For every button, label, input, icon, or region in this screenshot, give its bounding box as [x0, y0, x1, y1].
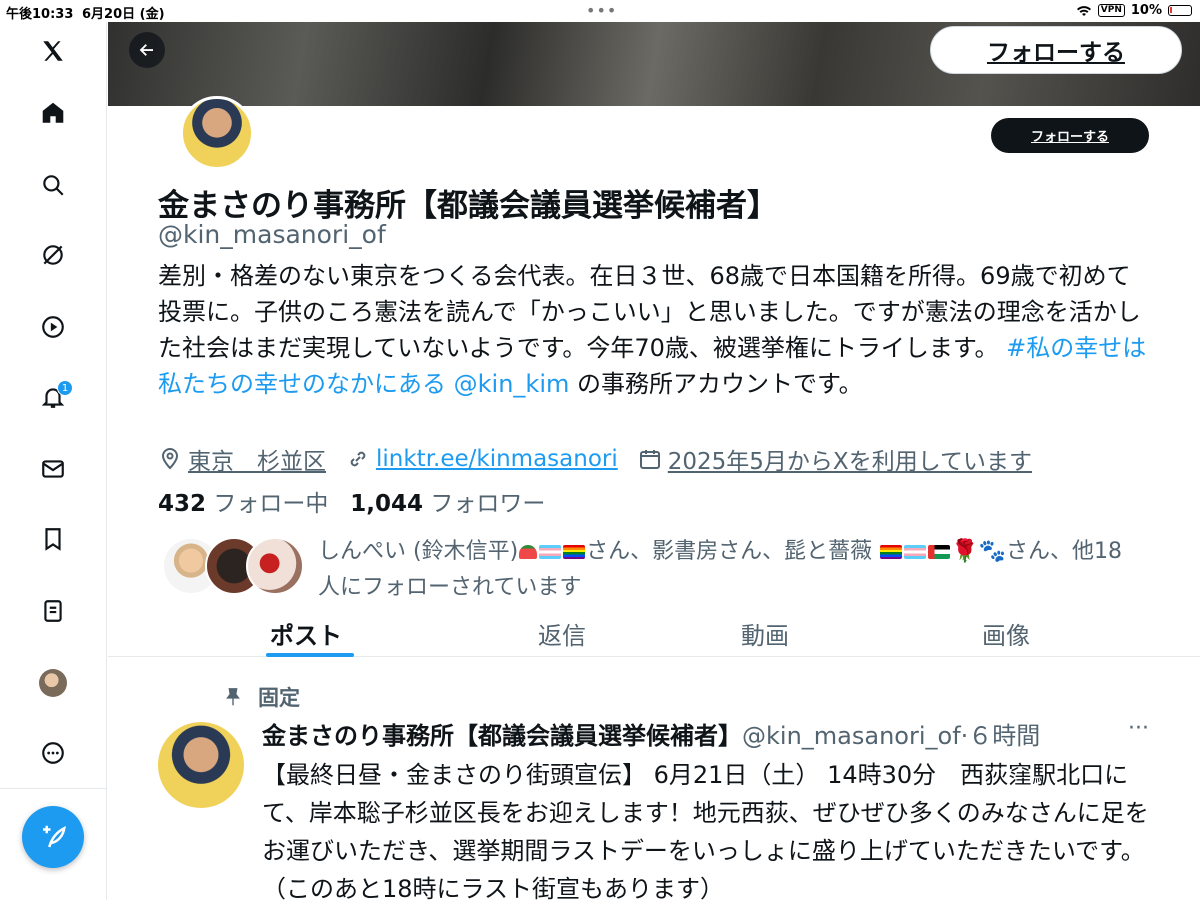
more-icon[interactable] — [30, 730, 76, 776]
followers-label: フォロワー — [430, 491, 546, 517]
post-time[interactable]: ·６時間 — [961, 722, 1041, 750]
following-link[interactable]: 432 フォロー中 — [158, 491, 328, 517]
profile-name: 金まさのり事務所【都議会議員選挙候補者】 — [158, 188, 778, 224]
video-icon[interactable] — [30, 304, 76, 350]
post-header: 金まさのり事務所【都議会議員選挙候補者】@kin_masanori_of·６時間 — [262, 716, 1040, 751]
profile-tabs: ポスト 返信 動画 画像 — [108, 612, 1200, 657]
pin-icon — [226, 688, 240, 706]
joined-text: 2025年5月からXを利用しています — [667, 449, 1032, 475]
rainbow-flag-icon — [563, 545, 586, 559]
status-date: 6月20日 (金) — [82, 7, 165, 22]
status-time: 午後10:33 — [6, 7, 74, 22]
sidebar: 1 — [0, 22, 107, 900]
notification-badge: 1 — [57, 380, 73, 396]
profile-avatar-nav[interactable] — [30, 660, 76, 706]
wifi-icon — [1076, 5, 1091, 16]
battery-percent: 10% — [1130, 3, 1162, 18]
location-pin-icon — [161, 448, 179, 470]
bio-tail: の事務所アカウントです。 — [569, 370, 863, 398]
multitask-dots-icon[interactable]: ••• — [586, 1, 617, 20]
profile-url[interactable]: linktr.ee/kinmasanori — [346, 446, 618, 472]
location: 東京 杉並区 — [158, 442, 326, 476]
location-text: 東京 杉並区 — [188, 449, 326, 475]
bio-text: 差別・格差のない東京をつくる会代表。在日３世、68歳で日本国籍を所得。69歳で初… — [158, 262, 1141, 362]
vpn-badge: VPN — [1097, 4, 1125, 17]
active-tab-indicator — [266, 653, 354, 657]
profile-meta: 東京 杉並区 linktr.ee/kinmasanori 2025年5月からXを… — [158, 442, 1052, 476]
trans-flag-icon — [904, 545, 927, 559]
follow-stats: 432 フォロー中 1,044 フォロワー — [158, 484, 545, 518]
tab-images[interactable]: 画像 — [982, 616, 1030, 651]
bookmarks-icon[interactable] — [30, 516, 76, 562]
post-author[interactable]: 金まさのり事務所【都議会議員選挙候補者】 — [262, 722, 742, 750]
notifications-icon[interactable]: 1 — [30, 374, 76, 420]
rainbow-flag-icon — [880, 545, 903, 559]
pinned-label: 固定 — [258, 686, 300, 710]
palestine-flag-icon — [928, 545, 951, 559]
post-avatar[interactable] — [158, 722, 244, 808]
messages-icon[interactable] — [30, 446, 76, 492]
profile-avatar[interactable] — [180, 96, 254, 170]
follow-button-header[interactable]: フォローする — [930, 26, 1182, 74]
grok-icon[interactable] — [30, 232, 76, 278]
status-right: VPN 10% — [1076, 3, 1192, 18]
search-icon[interactable] — [30, 162, 76, 208]
watermelon-icon — [519, 545, 538, 559]
following-count: 432 — [158, 491, 207, 517]
followed-by-text[interactable]: しんぺい (鈴木信平) さん、影書房さん、髭と薔薇 🌹🐾さん、他18人にフォローさ… — [318, 534, 1138, 606]
lists-icon[interactable] — [30, 588, 76, 634]
calendar-icon — [639, 450, 660, 469]
paw-prints-icon: 🐾 — [978, 539, 1006, 564]
feather-plus-icon — [43, 825, 66, 848]
status-bar: 午後10:33 6月20日 (金) ••• VPN 10% — [0, 0, 1200, 22]
tab-replies[interactable]: 返信 — [538, 616, 586, 651]
home-icon[interactable] — [30, 90, 76, 136]
following-label: フォロー中 — [213, 491, 329, 517]
trans-flag-icon — [539, 545, 562, 559]
joined-date: 2025年5月からXを利用しています — [638, 442, 1032, 476]
post-more-button[interactable]: ··· — [1128, 716, 1149, 741]
bio-mention-link[interactable]: @kin_kim — [454, 370, 570, 398]
tab-posts[interactable]: ポスト — [270, 616, 342, 651]
tab-videos[interactable]: 動画 — [741, 616, 789, 651]
profile-handle: @kin_masanori_of — [158, 220, 386, 249]
rose-icon: 🌹 — [951, 539, 979, 564]
follower-avatar[interactable] — [246, 537, 304, 595]
followed-by-name-1: しんぺい (鈴木信平) — [318, 539, 519, 564]
followed-by-names-2: さん、影書房さん、髭と薔薇 — [586, 539, 873, 564]
arrow-left-icon — [139, 44, 153, 56]
sidebar-divider — [0, 788, 106, 789]
post-handle[interactable]: @kin_masanori_of — [742, 722, 961, 750]
x-logo-icon[interactable] — [30, 28, 76, 74]
post-body: 【最終日昼・金まさのり街頭宣伝】 6月21日（土） 14時30分 西荻窪駅北口に… — [262, 761, 1149, 900]
back-button[interactable] — [129, 32, 165, 68]
follow-button[interactable]: フォローする — [991, 118, 1149, 153]
followers-link[interactable]: 1,044 フォロワー — [350, 491, 545, 517]
battery-icon — [1168, 5, 1192, 16]
profile-url-link[interactable]: linktr.ee/kinmasanori — [376, 446, 618, 472]
followers-count: 1,044 — [350, 491, 424, 517]
compose-post-button[interactable] — [22, 806, 84, 868]
profile-bio: 差別・格差のない東京をつくる会代表。在日３世、68歳で日本国籍を所得。69歳で初… — [158, 258, 1148, 402]
pinned-label-row: 固定 — [222, 682, 300, 712]
link-icon — [350, 451, 366, 467]
